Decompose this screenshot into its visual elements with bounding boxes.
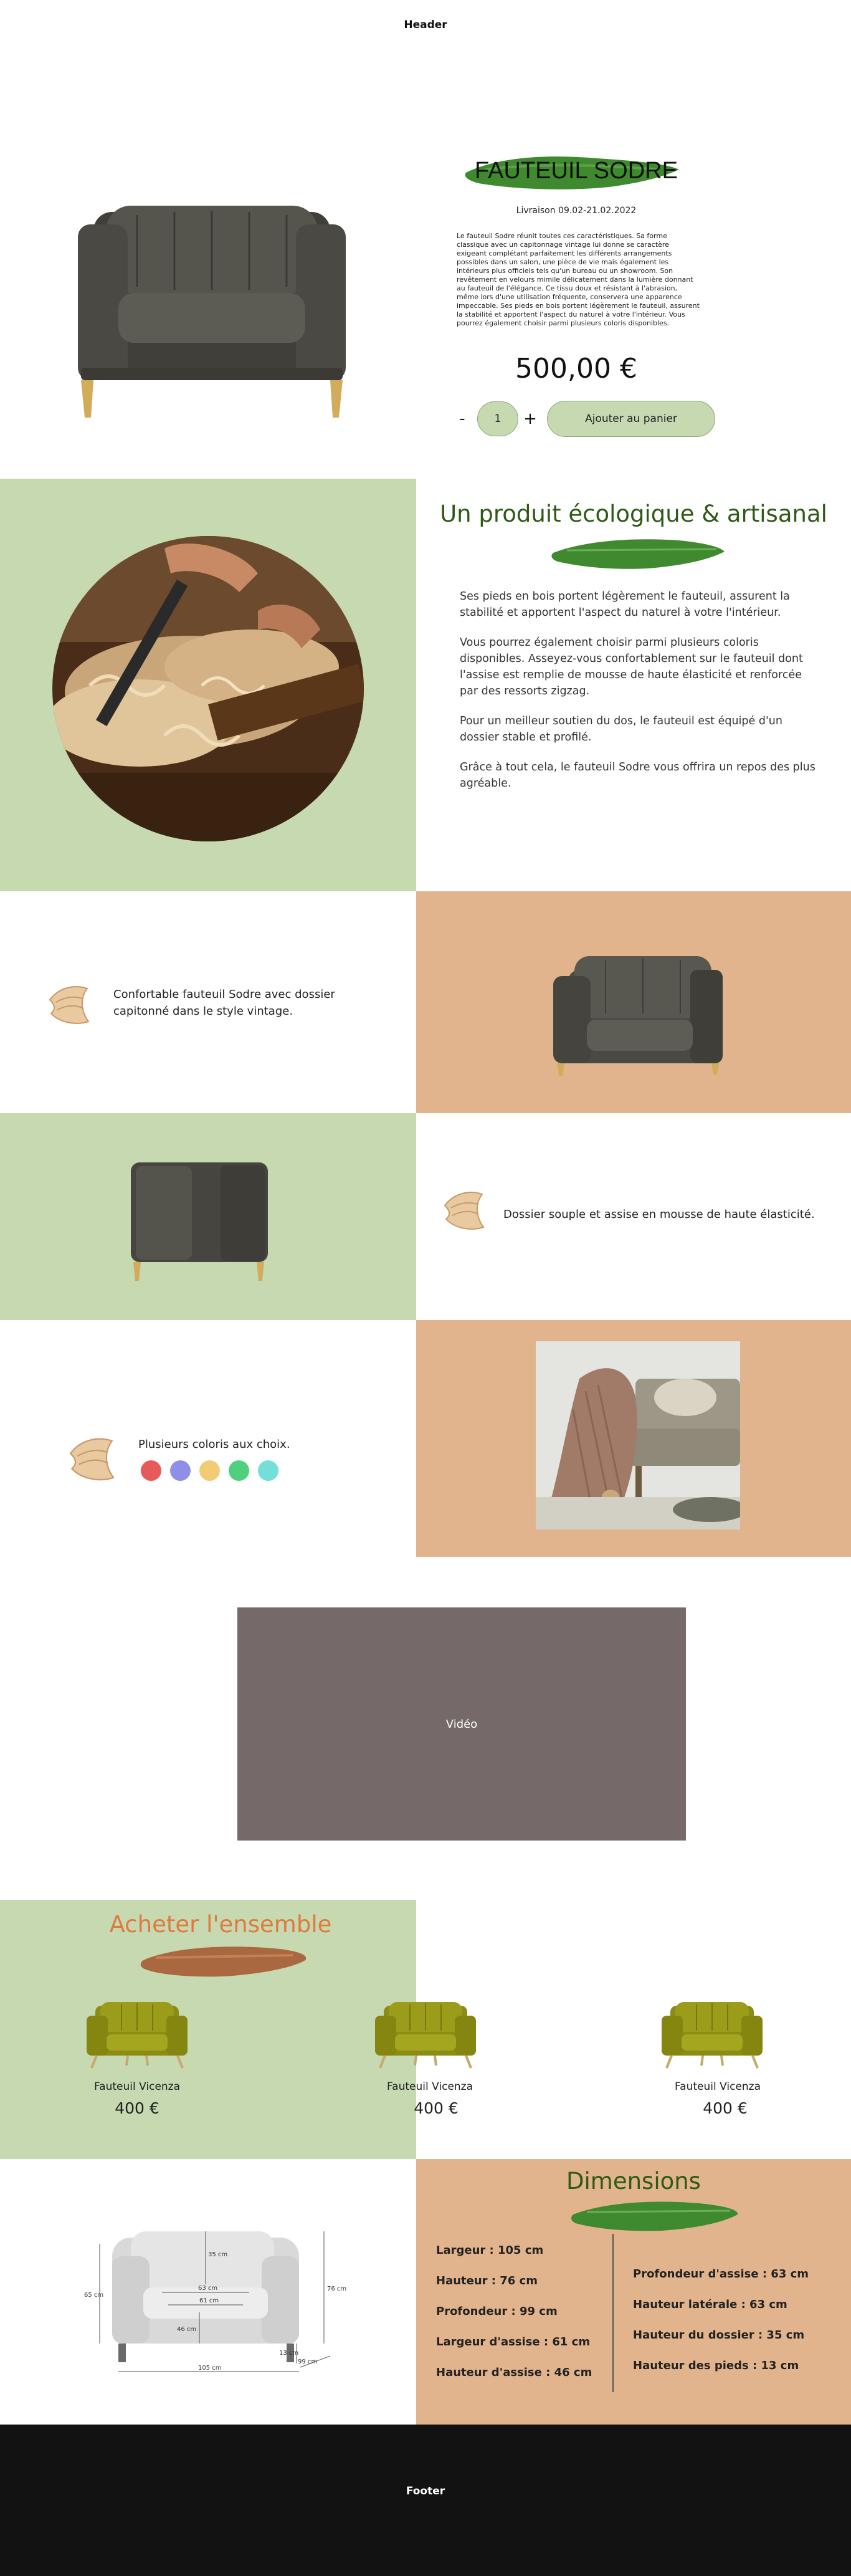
dimension-item: Hauteur du dossier : 35 cm bbox=[633, 2329, 805, 2342]
dimension-item: Hauteur d'assise : 46 cm bbox=[436, 2366, 592, 2379]
set-item-price: 400 € bbox=[703, 2099, 748, 2117]
armchair-photo-side bbox=[131, 1162, 268, 1281]
dimensions-left-column: Largeur : 105 cm Hauteur : 76 cm Profond… bbox=[436, 2244, 598, 2379]
dimension-item: Largeur d'assise : 61 cm bbox=[436, 2335, 591, 2349]
set-item-name: Fauteuil Vicenza bbox=[93, 2080, 181, 2093]
set-item-image bbox=[662, 2002, 763, 2069]
video-player[interactable]: Vidéo bbox=[237, 1607, 686, 1841]
product-description: Le fauteuil Sodre réunit toutes ces cara… bbox=[457, 232, 700, 327]
wood-shaving-icon bbox=[444, 1192, 485, 1230]
dimension-label: 105 cm bbox=[198, 2365, 222, 2372]
set-item-price: 400 € bbox=[115, 2099, 159, 2117]
dimension-label: 76 cm bbox=[327, 2286, 346, 2292]
color-swatch[interactable] bbox=[170, 1460, 191, 1481]
page: Header FAUTEUIL SODRE Livraison 09.02-21… bbox=[0, 0, 851, 2576]
sofa-blanket-photo bbox=[536, 1341, 740, 1530]
craftsman-photo bbox=[52, 536, 364, 841]
footer-label: Footer bbox=[406, 2484, 445, 2497]
eco-title: Un produit écologique & artisanal bbox=[440, 500, 827, 527]
dimension-label: 99 cm bbox=[298, 2358, 317, 2365]
eco-text: Ses pieds en bois portent légèrement le … bbox=[460, 588, 816, 805]
feature-text-2: Dossier souple et assise en mousse de ha… bbox=[503, 1208, 815, 1221]
add-to-cart-button[interactable]: Ajouter au panier bbox=[547, 401, 715, 437]
color-swatches bbox=[141, 1460, 278, 1481]
dimensions-divider bbox=[612, 2234, 614, 2392]
dimension-diagram: 65 cm 105 cm 35 cm 63 cm 61 cm 46 cm 76 … bbox=[84, 2231, 346, 2372]
feature-text-1: Confortable fauteuil Sodre avec dossier … bbox=[113, 988, 335, 1018]
price: 500,00 € bbox=[515, 353, 637, 385]
dimension-item: Profondeur : 99 cm bbox=[436, 2305, 558, 2318]
dimension-label: 63 cm bbox=[198, 2285, 217, 2292]
quantity-input[interactable]: 1 bbox=[477, 401, 518, 436]
product-image bbox=[78, 206, 346, 418]
set-item-name: Fauteuil Vicenza bbox=[674, 2080, 761, 2093]
color-swatch[interactable] bbox=[229, 1460, 249, 1481]
dimensions-right-column: Profondeur d'assise : 63 cm Hauteur laté… bbox=[633, 2267, 839, 2372]
color-swatch[interactable] bbox=[199, 1460, 220, 1481]
product-title: FAUTEUIL SODRE bbox=[475, 158, 678, 184]
dimension-label: 35 cm bbox=[208, 2251, 227, 2258]
header: Header bbox=[0, 0, 851, 100]
dimension-item: Hauteur des pieds : 13 cm bbox=[633, 2359, 799, 2372]
dimension-item: Hauteur : 76 cm bbox=[436, 2274, 538, 2287]
set-panel bbox=[0, 1900, 416, 2159]
set-item-price: 400 € bbox=[414, 2099, 459, 2117]
wood-shaving-icon bbox=[49, 986, 90, 1024]
feature-text-3: Plusieurs coloris aux choix. bbox=[138, 1438, 290, 1451]
quantity-value: 1 bbox=[494, 413, 502, 425]
eco-paragraph: Pour un meilleur soutien du dos, le faut… bbox=[460, 715, 782, 744]
dimension-item: Largeur : 105 cm bbox=[436, 2244, 544, 2257]
delivery-date: Livraison 09.02-21.02.2022 bbox=[516, 206, 637, 216]
set-item-image bbox=[375, 2002, 476, 2069]
dimension-label: 65 cm bbox=[84, 2292, 103, 2299]
dimension-label: 61 cm bbox=[199, 2297, 219, 2304]
armchair-photo-angle bbox=[553, 956, 723, 1076]
quantity-decrease-button[interactable]: - bbox=[455, 408, 470, 429]
quantity-increase-button[interactable]: + bbox=[521, 408, 540, 429]
dimensions-title: Dimensions bbox=[566, 2168, 701, 2195]
color-swatch[interactable] bbox=[141, 1460, 161, 1481]
eco-paragraph: Ses pieds en bois portent légèrement le … bbox=[460, 590, 790, 619]
set-brush-stroke bbox=[140, 1946, 307, 1977]
set-item-image bbox=[87, 2002, 188, 2069]
set-title: Acheter l'ensemble bbox=[109, 1911, 332, 1938]
footer: Footer bbox=[0, 2425, 851, 2576]
dimension-label: 46 cm bbox=[177, 2326, 196, 2333]
wood-shaving-icon bbox=[69, 1438, 115, 1481]
dimension-item: Hauteur latérale : 63 cm bbox=[633, 2298, 787, 2311]
dimension-label: 13 cm bbox=[279, 2350, 298, 2357]
header-label: Header bbox=[404, 19, 447, 31]
eco-brush-stroke bbox=[551, 539, 725, 569]
color-swatch[interactable] bbox=[258, 1460, 278, 1481]
video-label: Vidéo bbox=[445, 1717, 478, 1731]
dimension-item: Profondeur d'assise : 63 cm bbox=[633, 2267, 809, 2281]
set-item-name: Fauteuil Vicenza bbox=[386, 2080, 473, 2093]
eco-paragraph: Vous pourrez également choisir parmi plu… bbox=[460, 636, 803, 697]
dimensions-brush-stroke bbox=[571, 2201, 738, 2231]
eco-paragraph: Grâce à tout cela, le fauteuil Sodre vou… bbox=[460, 761, 815, 790]
